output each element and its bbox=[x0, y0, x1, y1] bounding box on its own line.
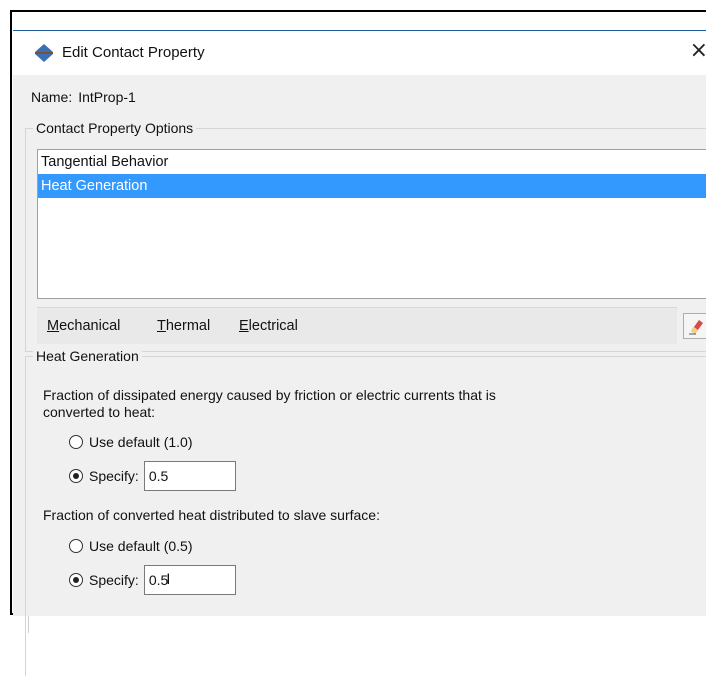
list-item-heat-generation[interactable]: Heat Generation bbox=[38, 174, 706, 198]
group-legend: Contact Property Options bbox=[33, 119, 197, 137]
menu-thermal[interactable]: Thermal bbox=[157, 318, 210, 334]
menu-mnemonic: T bbox=[157, 318, 166, 334]
fraction2-input[interactable]: 0.5 I bbox=[143, 565, 236, 595]
name-label: Name: bbox=[31, 89, 73, 105]
menu-electrical[interactable]: Electrical bbox=[239, 318, 298, 334]
heat-generation-group: Heat Generation Fraction of dissipated e… bbox=[25, 347, 706, 676]
fraction1-specify-row: Specify: 0.5 bbox=[69, 459, 236, 493]
fraction2-specify-row: Specify: 0.5 I bbox=[69, 563, 236, 597]
menu-mechanical[interactable]: Mechanical bbox=[47, 318, 120, 334]
fraction2-specify-radio[interactable] bbox=[69, 573, 83, 587]
menu-label: hermal bbox=[165, 318, 211, 334]
menu-mnemonic: M bbox=[47, 318, 60, 334]
delete-option-button[interactable] bbox=[683, 313, 706, 339]
dialog-title: Edit Contact Property bbox=[62, 44, 205, 61]
name-row: Name: IntProp-1 bbox=[31, 89, 136, 105]
menu-label: echanical bbox=[59, 318, 121, 334]
option-menubar: Mechanical Thermal Electrical bbox=[37, 307, 677, 344]
close-button[interactable]: × bbox=[690, 40, 706, 62]
list-item-tangential-behavior[interactable]: Tangential Behavior bbox=[38, 150, 706, 174]
menu-mnemonic: E bbox=[239, 318, 249, 334]
fraction1-default-row: Use default (1.0) bbox=[69, 431, 193, 453]
radio-label: Specify: bbox=[89, 468, 139, 484]
title-bar: Edit Contact Property × bbox=[13, 31, 706, 75]
radio-label: Specify: bbox=[89, 572, 139, 588]
option-listbox[interactable]: Tangential Behavior Heat Generation bbox=[37, 149, 706, 299]
name-value: IntProp-1 bbox=[78, 89, 136, 105]
interaction-property-icon bbox=[33, 43, 55, 63]
fraction1-specify-radio[interactable] bbox=[69, 469, 83, 483]
fraction1-input[interactable]: 0.5 bbox=[143, 461, 236, 491]
fraction1-description: Fraction of dissipated energy caused by … bbox=[43, 387, 496, 420]
fraction1-default-radio[interactable] bbox=[69, 435, 83, 449]
radio-label: Use default (1.0) bbox=[89, 434, 193, 450]
edit-contact-property-dialog: Edit Contact Property × Name: IntProp-1 C… bbox=[13, 30, 706, 676]
fraction2-default-radio[interactable] bbox=[69, 539, 83, 553]
radio-label: Use default (0.5) bbox=[89, 538, 193, 554]
contact-property-options-group: Contact Property Options Tangential Beha… bbox=[25, 119, 706, 352]
fraction2-default-row: Use default (0.5) bbox=[69, 535, 193, 557]
text-cursor-icon: I bbox=[166, 572, 171, 588]
fraction2-description: Fraction of converted heat distributed t… bbox=[43, 507, 380, 523]
menu-label: lectrical bbox=[248, 318, 298, 334]
eraser-icon bbox=[689, 320, 703, 335]
group-legend: Heat Generation bbox=[33, 347, 142, 365]
